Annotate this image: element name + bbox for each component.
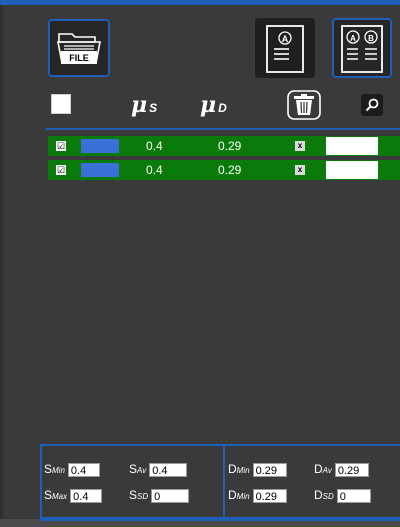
row-mu-dynamic: 0.29 — [218, 163, 242, 177]
document-a-button[interactable]: A — [255, 18, 315, 78]
row-delete-button[interactable]: x — [295, 165, 305, 175]
data-rows: ☑ 0.4 0.29 x ☑ 0.4 0.29 x — [48, 136, 400, 184]
d-av-stat: DAv 0.29 — [314, 461, 369, 479]
d-min2-label: Min — [236, 492, 250, 501]
s-max-label: Max — [52, 492, 68, 501]
row-note-field[interactable] — [326, 161, 378, 179]
d-min-field[interactable]: 0.29 — [252, 462, 287, 477]
s-min-label: Min — [52, 466, 65, 475]
s-sd-stat: SSD 0 — [129, 487, 190, 505]
file-button[interactable]: FILE — [48, 19, 110, 77]
doc-ab-letter-a: A — [350, 34, 356, 43]
s-letter: S — [129, 462, 138, 476]
d-sd-field[interactable]: 0 — [336, 488, 371, 503]
d-sd-stat: DSD 0 — [314, 487, 371, 505]
d-av-field[interactable]: 0.29 — [334, 462, 369, 477]
document-ab-button[interactable]: A B — [332, 18, 392, 78]
d-min-stat: DMin 0.29 — [228, 461, 287, 479]
d-min-label: Min — [236, 466, 250, 475]
dynamic-subscript: D — [218, 101, 227, 115]
mu-dynamic-header: μD — [200, 94, 227, 119]
d-sd-label: SD — [322, 492, 334, 501]
d-letter: D — [228, 462, 237, 476]
s-sd-field[interactable]: 0 — [151, 488, 190, 503]
s-min-stat: SMin 0.4 — [44, 461, 100, 479]
document-a-icon: A — [266, 25, 304, 73]
d-letter: D — [314, 462, 323, 476]
mu-static-header: μS — [131, 94, 157, 119]
row-color-swatch[interactable] — [81, 139, 119, 153]
row-note-field[interactable] — [326, 137, 378, 155]
row-checkbox[interactable]: ☑ — [56, 141, 66, 151]
s-av-label: Av — [137, 466, 147, 475]
table-row[interactable]: ☑ 0.4 0.29 x — [48, 160, 400, 180]
static-subscript: S — [149, 101, 158, 115]
s-av-stat: SAv 0.4 — [129, 461, 188, 479]
select-all-checkbox[interactable] — [51, 94, 71, 114]
d-letter: D — [228, 488, 237, 502]
statistics-panel — [40, 444, 400, 519]
d-letter: D — [314, 488, 323, 502]
document-ab-icon: A B — [341, 25, 383, 73]
s-max-field[interactable]: 0.4 — [70, 488, 103, 503]
s-min-field[interactable]: 0.4 — [67, 462, 100, 477]
s-letter: S — [44, 488, 53, 502]
s-letter: S — [129, 488, 138, 502]
s-max-stat: SMax 0.4 — [44, 487, 103, 505]
s-av-field[interactable]: 0.4 — [149, 462, 188, 477]
file-label: FILE — [69, 53, 89, 63]
top-accent-bar — [0, 0, 400, 5]
doc-a-letter: A — [282, 34, 289, 44]
bottom-accent-line — [40, 519, 400, 521]
row-mu-static: 0.4 — [146, 163, 163, 177]
bottom-bar — [0, 519, 400, 527]
mu-symbol: μ — [131, 92, 148, 118]
file-folder-icon: FILE — [57, 33, 101, 64]
stats-divider — [223, 446, 225, 519]
d-min2-field[interactable]: 0.29 — [252, 488, 287, 503]
row-mu-static: 0.4 — [146, 139, 163, 153]
delete-all-button[interactable] — [287, 90, 321, 120]
row-checkbox[interactable]: ☑ — [56, 165, 66, 175]
left-edge — [0, 5, 3, 527]
row-delete-button[interactable]: x — [295, 141, 305, 151]
d-av-label: Av — [322, 466, 332, 475]
zoom-button[interactable] — [361, 94, 383, 116]
row-mu-dynamic: 0.29 — [218, 139, 242, 153]
s-sd-label: SD — [137, 492, 149, 501]
d-min2-stat: DMin 0.29 — [228, 487, 287, 505]
table-row[interactable]: ☑ 0.4 0.29 x — [48, 136, 400, 156]
magnifier-icon — [361, 94, 383, 116]
doc-ab-letter-b: B — [368, 34, 374, 43]
header-separator — [46, 128, 400, 130]
trash-icon — [287, 90, 321, 120]
row-color-swatch[interactable] — [81, 163, 119, 177]
mu-symbol: μ — [200, 92, 217, 118]
s-letter: S — [44, 462, 53, 476]
